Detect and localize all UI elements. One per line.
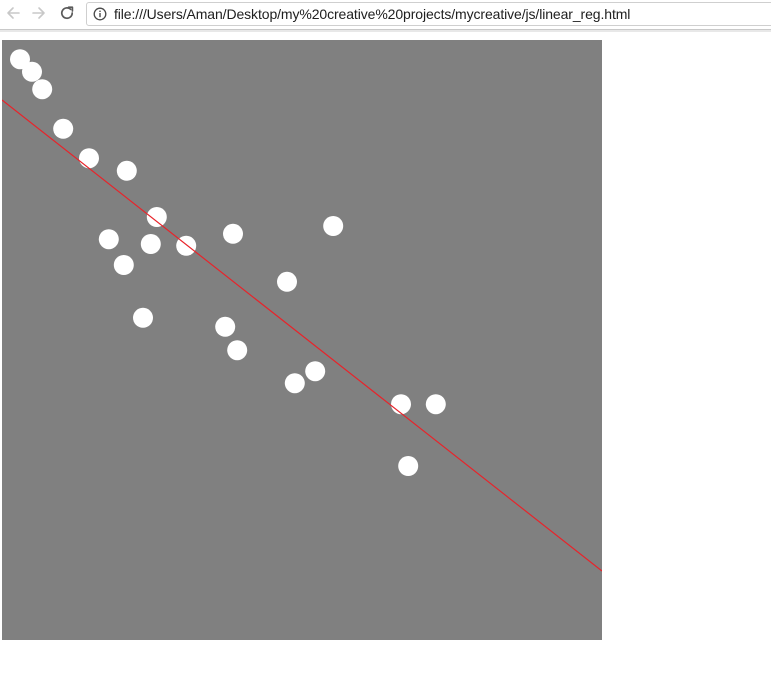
- info-icon[interactable]: [93, 7, 107, 21]
- sketch-canvas[interactable]: [2, 40, 602, 640]
- forward-button[interactable]: [28, 3, 50, 23]
- arrow-left-icon: [7, 7, 20, 19]
- data-point: [425, 394, 446, 415]
- data-point: [398, 456, 419, 476]
- data-point: [146, 207, 167, 227]
- data-point: [22, 61, 42, 82]
- data-point: [227, 340, 248, 361]
- data-point: [223, 223, 243, 244]
- data-point: [116, 160, 137, 181]
- data-point: [79, 148, 99, 169]
- data-point: [140, 234, 161, 254]
- browser-toolbar: file:///Users/Aman/Desktop/my%20creative…: [0, 0, 771, 32]
- data-point: [215, 316, 236, 337]
- data-point: [391, 394, 411, 415]
- data-point: [113, 255, 134, 275]
- regression-plot: [2, 40, 602, 640]
- data-point: [277, 271, 297, 292]
- arrow-right-icon: [32, 7, 45, 19]
- reload-icon: [60, 6, 74, 20]
- reload-button[interactable]: [56, 3, 78, 23]
- back-button[interactable]: [2, 3, 24, 23]
- data-point: [133, 307, 153, 328]
- address-bar[interactable]: file:///Users/Aman/Desktop/my%20creative…: [86, 2, 771, 26]
- data-point: [284, 373, 305, 394]
- data-point: [323, 216, 344, 236]
- data-point: [305, 361, 326, 382]
- data-point: [32, 79, 53, 100]
- data-point: [98, 229, 119, 250]
- canvas-background: [2, 40, 602, 640]
- data-point: [53, 118, 74, 139]
- url-text: file:///Users/Aman/Desktop/my%20creative…: [114, 6, 631, 22]
